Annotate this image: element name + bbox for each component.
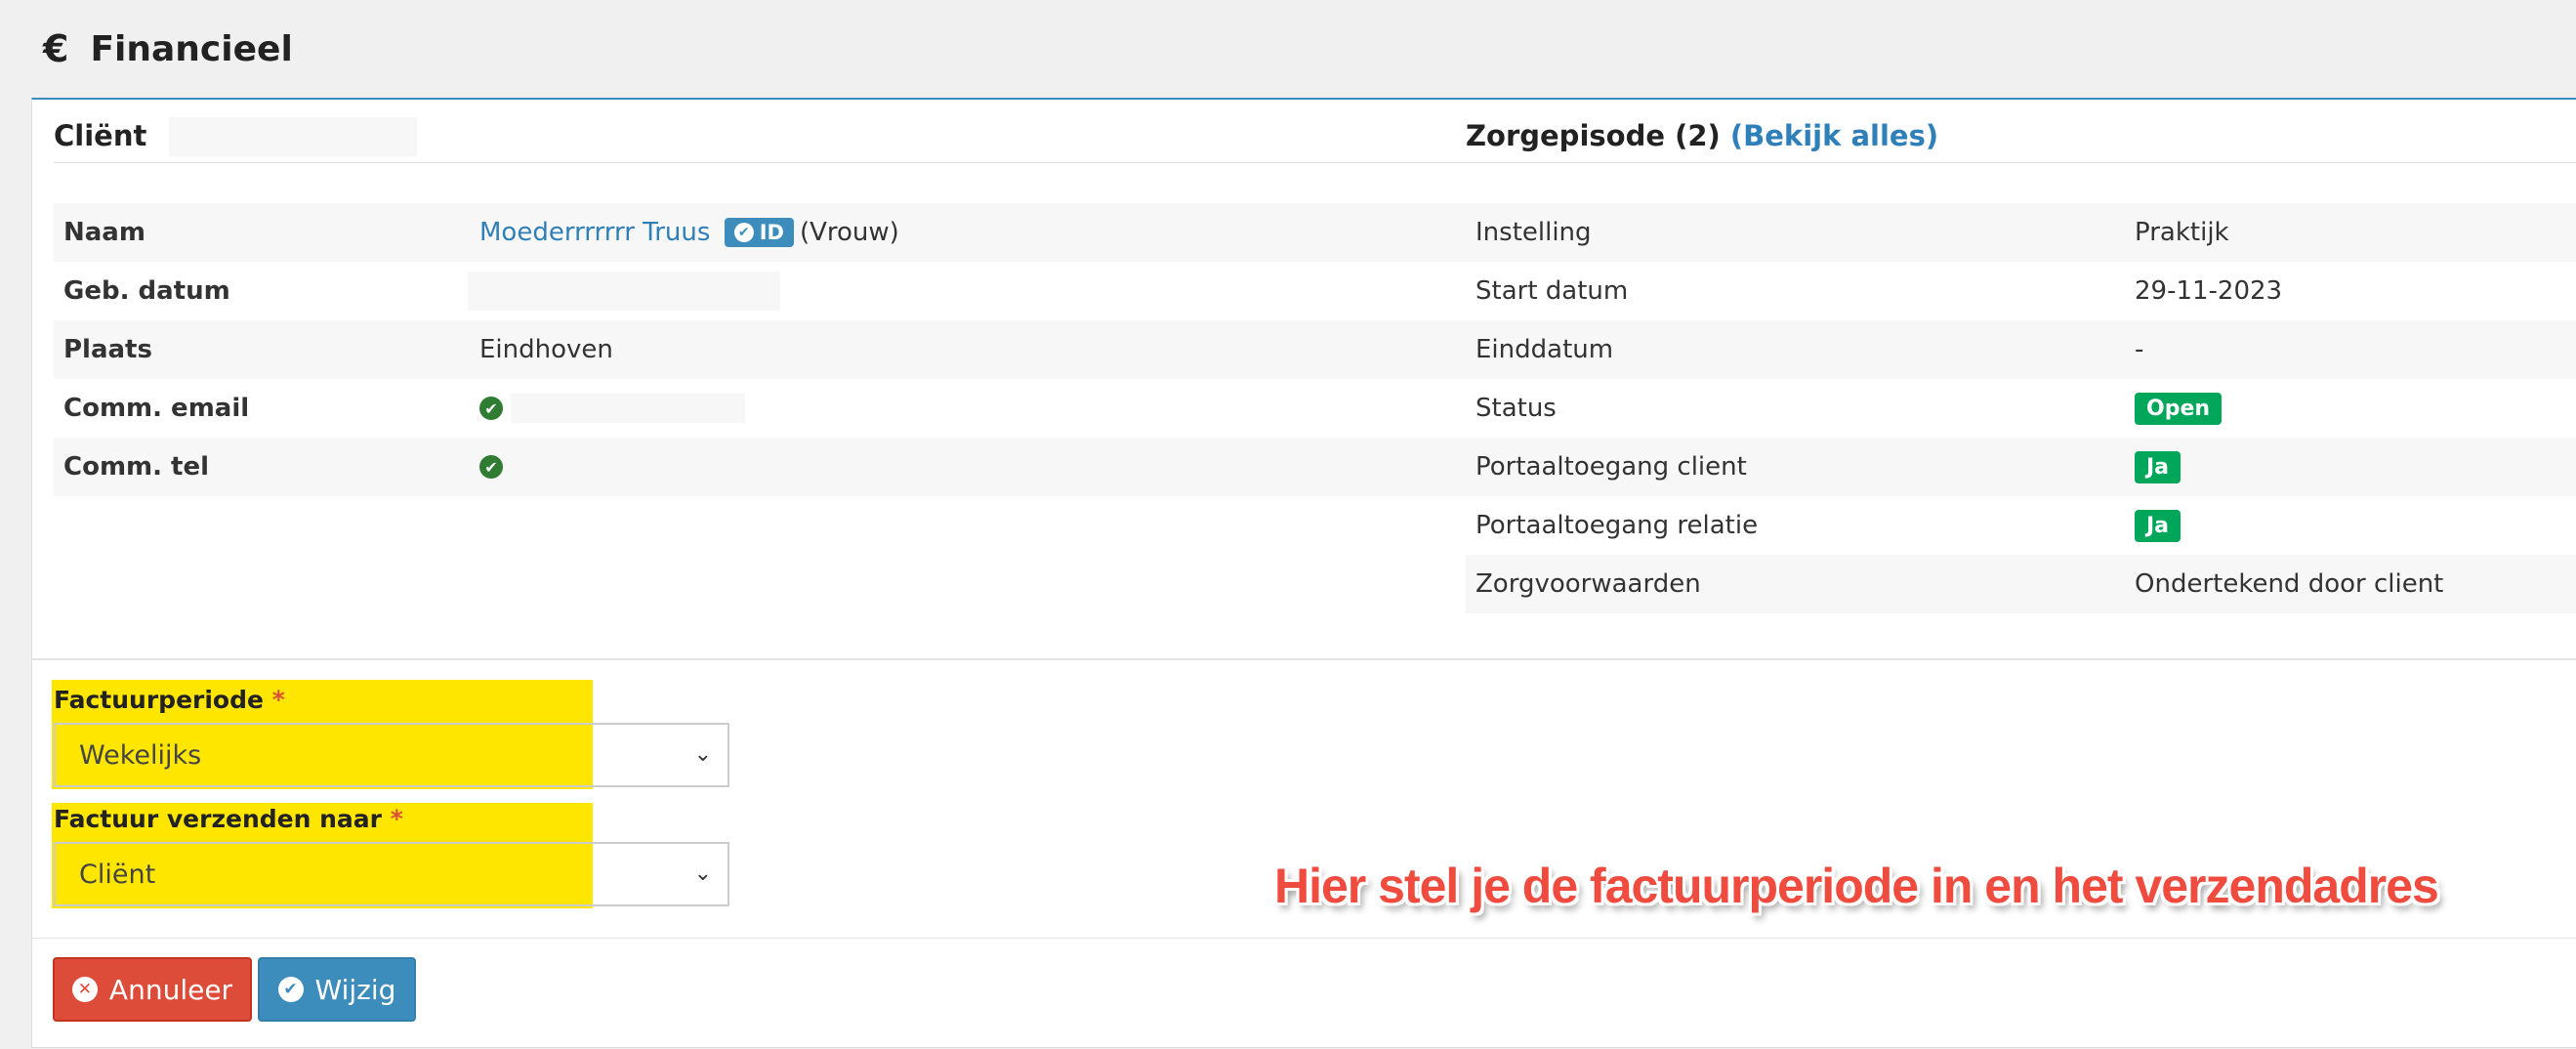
check-circle-icon: ✔ (479, 397, 503, 421)
episode-section-title: Zorgepisode (2) (Bekijk alles) (1466, 119, 1938, 152)
table-row: Portaaltoegang relatie Ja (1466, 496, 2576, 555)
cancel-button-label: Annuleer (108, 973, 233, 1006)
start-date-value: 29-11-2023 (2125, 262, 2576, 320)
status-value-cell: Open (2125, 379, 2576, 438)
chevron-down-icon: ⌄ (693, 742, 712, 767)
place-label: Plaats (54, 320, 470, 379)
end-date-value: - (2125, 320, 2576, 379)
email-value-cell: ✔ (470, 379, 1470, 438)
start-date-label: Start datum (1466, 262, 2125, 320)
phone-value-cell: ✔ (470, 438, 1470, 496)
portal-relation-badge: Ja (2135, 509, 2181, 542)
redacted-client-name (169, 117, 417, 156)
email-label: Comm. email (54, 379, 470, 438)
phone-label: Comm. tel (54, 438, 470, 496)
page-header: € Financieel (0, 0, 2576, 98)
table-row: Naam Moederrrrrrr Truus ✔ ID (Vrouw) (54, 203, 1470, 262)
section-divider (32, 658, 2576, 660)
birthdate-label: Geb. datum (54, 262, 470, 320)
required-marker: * (271, 686, 285, 714)
title-wrap: € Financieel (43, 27, 293, 70)
place-value: Eindhoven (470, 320, 1470, 379)
cancel-button[interactable]: ✕ Annuleer (53, 957, 252, 1022)
instruction-annotation: Hier stel je de factuurperiode in en het… (1274, 859, 2439, 913)
chevron-down-icon: ⌄ (693, 861, 712, 886)
save-button[interactable]: ✔ Wijzig (258, 957, 416, 1022)
period-label-text: Factuurperiode (54, 686, 264, 714)
client-section-rule (54, 162, 1470, 163)
check-circle-icon: ✔ (479, 455, 503, 480)
status-badge: Open (2135, 392, 2223, 425)
episode-title: Zorgepisode (2) (1466, 119, 1721, 152)
table-row: Start datum 29-11-2023 (1466, 262, 2576, 320)
table-row: Instelling Praktijk (1466, 203, 2576, 262)
portal-client-label: Portaaltoegang client (1466, 438, 2125, 496)
conditions-value: Ondertekend door client (2125, 555, 2576, 613)
name-value-cell: Moederrrrrrr Truus ✔ ID (Vrouw) (470, 203, 1470, 262)
portal-relation-value-cell: Ja (2125, 496, 2576, 555)
period-select[interactable]: Wekelijks ⌄ (54, 723, 729, 787)
table-row: Plaats Eindhoven (54, 320, 1470, 379)
view-all-link[interactable]: (Bekijk alles) (1730, 119, 1938, 152)
period-select-value: Wekelijks (79, 739, 202, 771)
status-label: Status (1466, 379, 2125, 438)
table-row: Comm. email ✔ (54, 379, 1470, 438)
send-to-label: Factuur verzenden naar * (54, 805, 403, 833)
id-badge-label: ID (759, 221, 784, 245)
client-info-table: Naam Moederrrrrrr Truus ✔ ID (Vrouw) Geb. … (54, 203, 1470, 496)
redacted-birthdate (468, 272, 780, 311)
table-row: Zorgvoorwaarden Ondertekend door client (1466, 555, 2576, 613)
table-row: Status Open (1466, 379, 2576, 438)
gender-text: (Vrouw) (799, 217, 899, 247)
episode-section-rule (1466, 162, 2576, 163)
client-name-link[interactable]: Moederrrrrrr Truus (479, 218, 710, 247)
send-to-label-text: Factuur verzenden naar (54, 805, 382, 833)
period-label: Factuurperiode * (54, 686, 285, 714)
table-row: Geb. datum (54, 262, 1470, 320)
portal-client-value-cell: Ja (2125, 438, 2576, 496)
table-row: Comm. tel ✔ (54, 438, 1470, 496)
client-section-title: Cliënt (54, 119, 147, 152)
institution-value: Praktijk (2125, 203, 2576, 262)
name-label: Naam (54, 203, 470, 262)
required-marker: * (390, 805, 403, 833)
id-verified-badge[interactable]: ✔ ID (724, 218, 794, 248)
episode-info-table: Instelling Praktijk Start datum 29-11-20… (1466, 203, 2576, 613)
save-button-label: Wijzig (314, 973, 396, 1006)
table-row: Einddatum - (1466, 320, 2576, 379)
portal-client-badge: Ja (2135, 450, 2181, 483)
table-row: Portaaltoegang client Ja (1466, 438, 2576, 496)
check-icon: ✔ (733, 223, 754, 243)
page-title: Financieel (90, 28, 293, 69)
end-date-label: Einddatum (1466, 320, 2125, 379)
check-circle-icon: ✔ (277, 977, 304, 1002)
portal-relation-label: Portaaltoegang relatie (1466, 496, 2125, 555)
euro-icon: € (43, 27, 69, 70)
birthdate-value-cell (468, 262, 1470, 320)
redacted-phone (511, 452, 727, 483)
send-to-select-value: Cliënt (79, 859, 156, 890)
footer-divider (32, 938, 2576, 939)
institution-label: Instelling (1466, 203, 2125, 262)
send-to-select[interactable]: Cliënt ⌄ (54, 842, 729, 906)
close-circle-icon: ✕ (71, 977, 98, 1002)
conditions-label: Zorgvoorwaarden (1466, 555, 2125, 613)
redacted-email (511, 394, 746, 424)
